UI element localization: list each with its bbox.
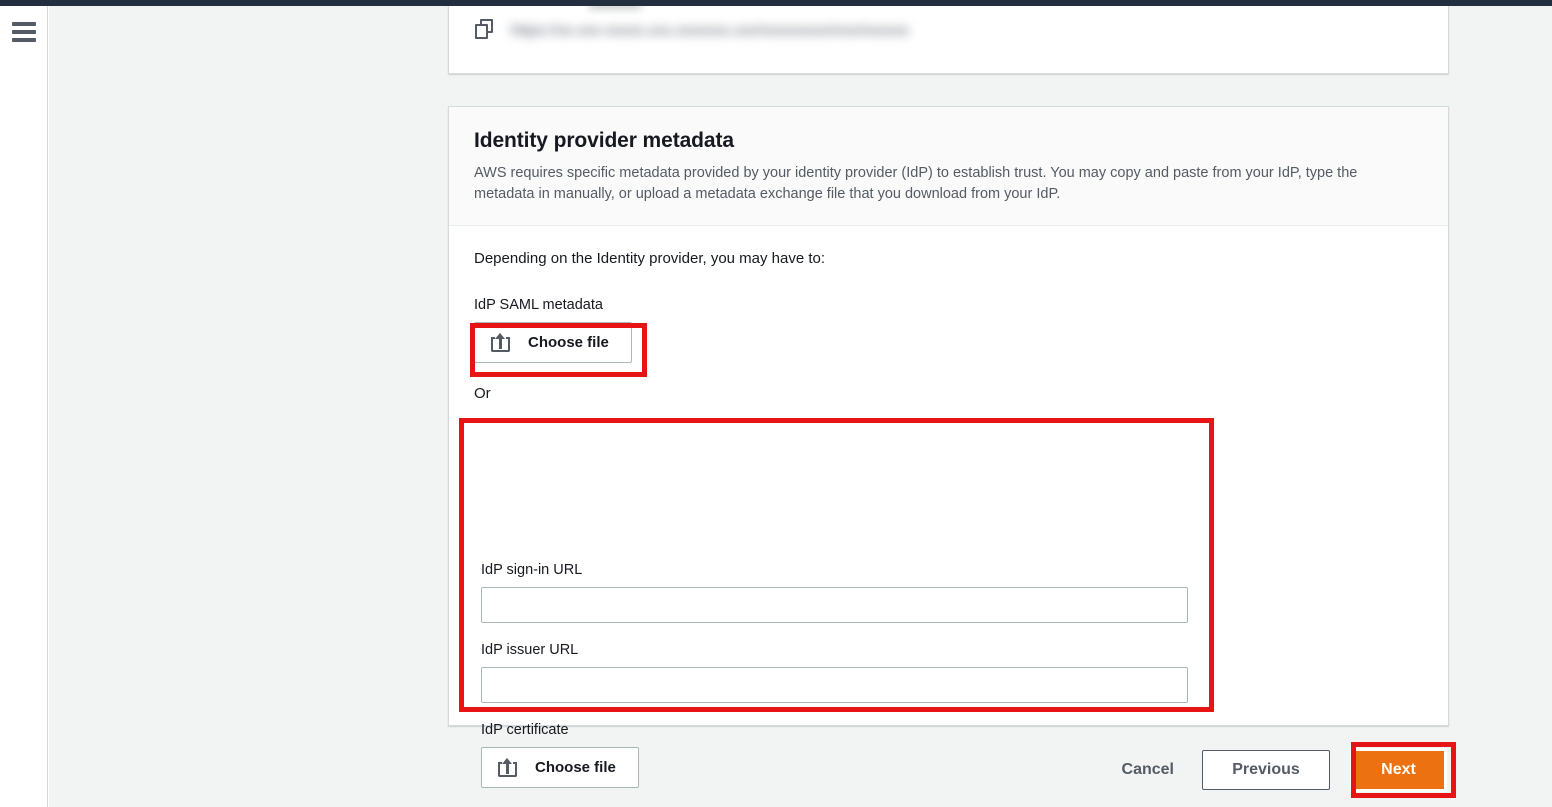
upload-icon-arrow-shaft (499, 338, 502, 349)
hamburger-bar (12, 30, 36, 34)
card-body: Depending on the Identity provider, you … (449, 226, 1448, 402)
field-spacer (481, 703, 1171, 722)
lead-instruction-text: Depending on the Identity provider, you … (474, 250, 1423, 267)
wizard-footer-actions: Cancel Previous Next (448, 742, 1449, 798)
hamburger-bar (12, 22, 36, 26)
identity-provider-metadata-card: Identity provider metadata AWS requires … (448, 106, 1449, 726)
idp-signin-url-input[interactable] (481, 587, 1188, 623)
next-button[interactable]: Next (1350, 748, 1447, 792)
choose-file-button-saml-metadata[interactable]: Choose file (474, 322, 632, 363)
acs-url-card: xxxxxxxx https://xx.xxx-xxxxx.xxx.xxxxxx… (448, 6, 1449, 74)
idp-signin-url-label: IdP sign-in URL (481, 562, 1171, 578)
cancel-button[interactable]: Cancel (1114, 761, 1182, 779)
card-header: Identity provider metadata AWS requires … (449, 107, 1448, 226)
redacted-caption: xxxxxxxx (589, 6, 641, 12)
redacted-url-value: https://xx.xxx-xxxxx.xxx.xxxxxxx.xxx/xxx… (511, 22, 909, 39)
hamburger-bar (12, 38, 36, 42)
or-separator-label: Or (474, 385, 1423, 402)
page-content: xxxxxxxx https://xx.xxx-xxxxx.xxx.xxxxxx… (49, 6, 1552, 807)
card-description: AWS requires specific metadata provided … (474, 163, 1414, 205)
idp-saml-metadata-label: IdP SAML metadata (474, 297, 1423, 313)
previous-button[interactable]: Previous (1202, 750, 1330, 790)
left-navigation-rail (0, 6, 48, 807)
upload-icon (491, 333, 510, 352)
page-title: Identity provider metadata (474, 129, 1423, 153)
copy-icon-front-square (475, 24, 488, 39)
idp-certificate-label: IdP certificate (481, 722, 1171, 738)
choose-file-label: Choose file (528, 334, 609, 351)
idp-issuer-url-input[interactable] (481, 667, 1188, 703)
copy-icon[interactable] (475, 19, 497, 41)
field-spacer (481, 623, 1171, 642)
hamburger-menu-icon[interactable] (12, 22, 36, 42)
copyable-value-row: https://xx.xxx-xxxxx.xxx.xxxxxxx.xxx/xxx… (475, 19, 909, 41)
idp-issuer-url-label: IdP issuer URL (481, 642, 1171, 658)
